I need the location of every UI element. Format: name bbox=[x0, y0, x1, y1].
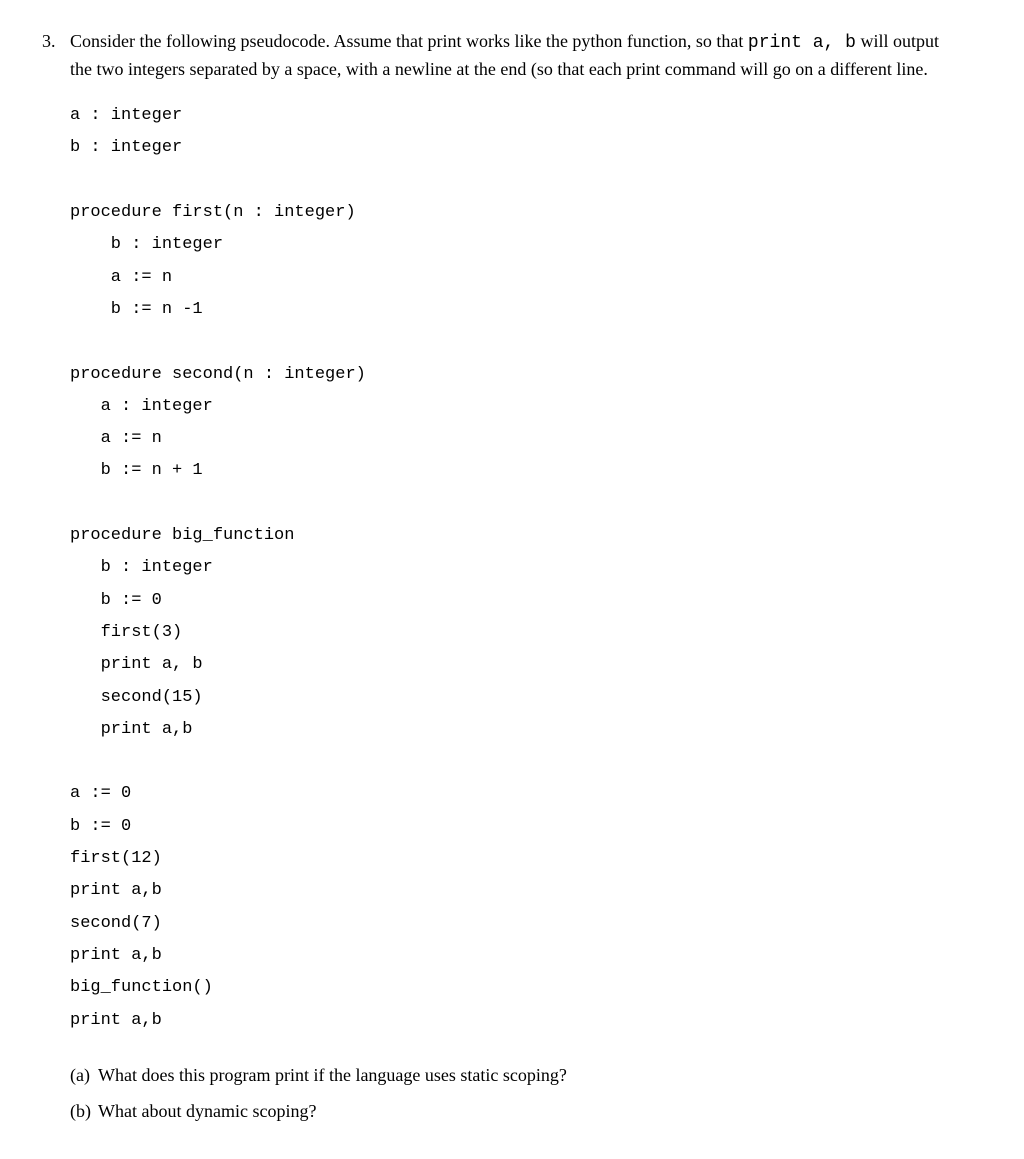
intro-text-1: Consider the following pseudocode. Assum… bbox=[70, 31, 748, 51]
subpart-b: (b) What about dynamic scoping? bbox=[70, 1093, 954, 1129]
subpart-a-text: What does this program print if the lang… bbox=[98, 1065, 567, 1085]
intro-code-1: print a, b bbox=[748, 33, 856, 53]
question-number: 3. bbox=[42, 28, 56, 54]
subpart-a: (a) What does this program print if the … bbox=[70, 1057, 954, 1093]
page: 3. Consider the following pseudocode. As… bbox=[0, 0, 1024, 1159]
subpart-a-label: (a) bbox=[70, 1057, 90, 1093]
subparts: (a) What does this program print if the … bbox=[70, 1057, 954, 1129]
question-block: 3. Consider the following pseudocode. As… bbox=[70, 28, 954, 1129]
question-intro: Consider the following pseudocode. Assum… bbox=[70, 28, 954, 82]
subpart-b-text: What about dynamic scoping? bbox=[98, 1101, 316, 1121]
subpart-b-label: (b) bbox=[70, 1093, 91, 1129]
code-block: a : integer b : integer procedure first(… bbox=[70, 100, 954, 1037]
